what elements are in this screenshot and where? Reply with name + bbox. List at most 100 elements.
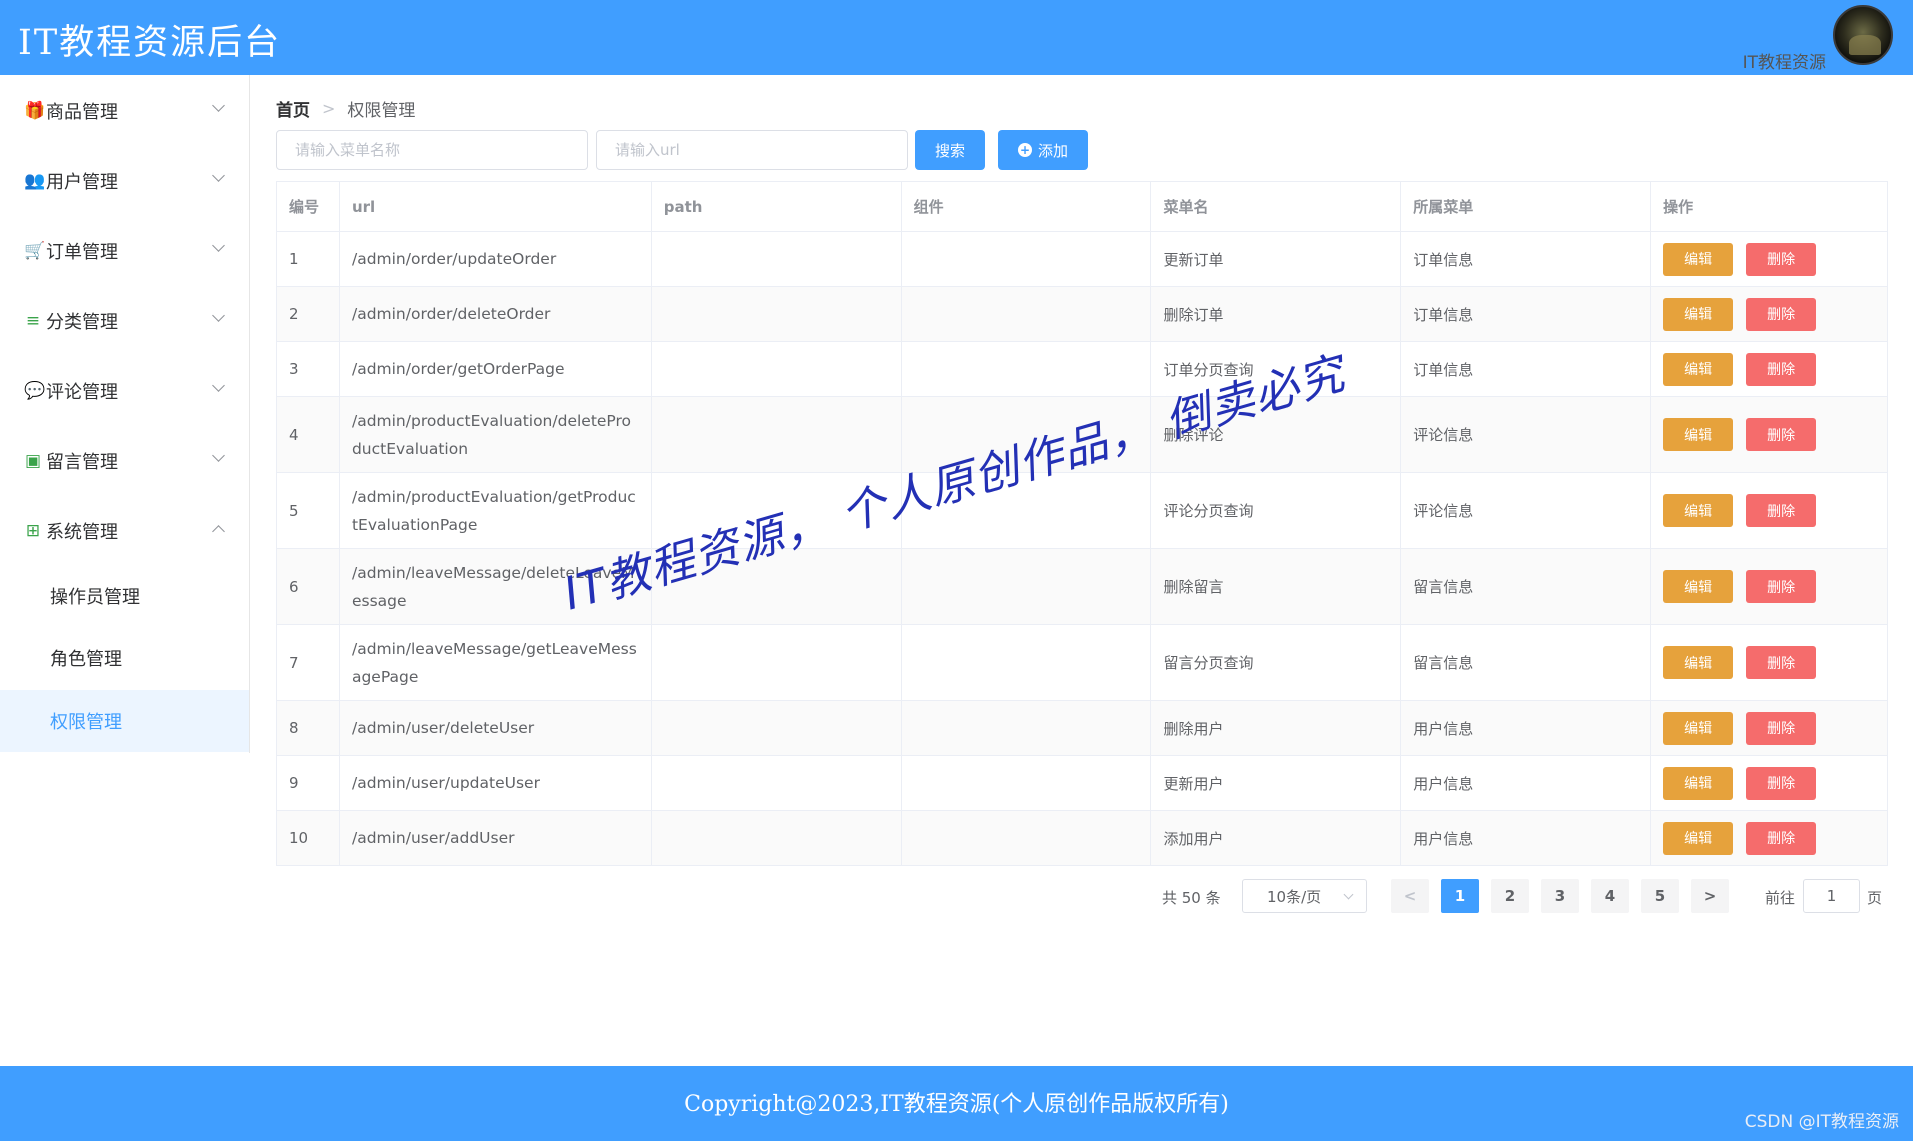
row-id-text: 9: [289, 774, 299, 792]
row-component: [902, 342, 1152, 396]
sidebar-subitem-operators[interactable]: 操作员管理: [0, 565, 249, 627]
row-parent-menu: 订单信息: [1401, 342, 1652, 396]
chevron-down-icon: [212, 99, 225, 112]
edit-button[interactable]: 编辑: [1663, 711, 1734, 745]
row-parent-menu-text: 用户信息: [1413, 774, 1474, 793]
delete-button[interactable]: 删除: [1746, 352, 1817, 386]
row-url: /admin/order/deleteOrder: [340, 287, 652, 341]
delete-button[interactable]: 删除: [1746, 242, 1817, 276]
sidebar-item-orders[interactable]: 🛒 订单管理: [0, 223, 249, 279]
row-menu-name-text: 留言分页查询: [1163, 654, 1254, 672]
page-button-5[interactable]: 5: [1641, 879, 1679, 913]
row-id-text: 7: [289, 653, 299, 672]
prev-page-button[interactable]: <: [1391, 879, 1429, 913]
delete-button[interactable]: 删除: [1746, 494, 1817, 527]
search-button[interactable]: 搜索: [915, 130, 985, 170]
users-icon: 👥: [24, 171, 46, 191]
row-parent-menu-text: 留言信息: [1413, 578, 1474, 596]
row-menu-name-text: 评论分页查询: [1163, 502, 1254, 520]
sidebar-item-messages[interactable]: ▣ 留言管理: [0, 433, 249, 489]
row-parent-menu: 评论信息: [1401, 473, 1652, 548]
row-url-text: /admin/user/addUser: [351, 829, 515, 847]
sidebar-subitem-roles[interactable]: 角色管理: [0, 627, 249, 689]
row-url: /admin/leaveMessage/getLeaveMessagePage: [340, 625, 652, 700]
row-url-text: /admin/order/deleteOrder: [351, 305, 551, 323]
page-button-2[interactable]: 2: [1491, 879, 1529, 913]
row-component: [902, 625, 1152, 700]
chevron-down-icon: [212, 169, 225, 182]
row-menu-name-text: 更新订单: [1163, 250, 1224, 269]
edit-button[interactable]: 编辑: [1663, 646, 1734, 679]
edit-button[interactable]: 编辑: [1663, 352, 1734, 386]
row-menu-name-text: 删除用户: [1163, 719, 1224, 738]
delete-button[interactable]: 删除: [1746, 646, 1817, 679]
row-parent-menu: 订单信息: [1401, 232, 1652, 286]
delete-button[interactable]: 删除: [1746, 711, 1817, 745]
row-parent-menu: 用户信息: [1401, 701, 1652, 755]
row-id-text: 1: [289, 250, 299, 268]
sidebar-item-comments[interactable]: 💬 评论管理: [0, 363, 249, 419]
delete-button[interactable]: 删除: [1746, 570, 1817, 603]
url-search-input[interactable]: [596, 130, 908, 170]
row-parent-menu-text: 评论信息: [1413, 502, 1474, 520]
breadcrumb-home[interactable]: 首页: [276, 96, 310, 121]
sidebar-item-system[interactable]: ⊞ 系统管理: [0, 503, 249, 559]
delete-button[interactable]: 删除: [1746, 821, 1817, 855]
delete-button[interactable]: 删除: [1746, 297, 1817, 331]
table-row: 3/admin/order/getOrderPage 订单分页查询 订单信息 编辑 删除: [277, 342, 1888, 397]
row-url-text: /admin/productEvaluation/getProductEvalu…: [351, 487, 636, 534]
row-id: 3: [277, 342, 340, 396]
edit-button[interactable]: 编辑: [1663, 766, 1734, 800]
edit-button[interactable]: 编辑: [1663, 418, 1734, 451]
row-actions: 编辑 删除: [1651, 397, 1888, 472]
column-header-actions: 操作: [1651, 182, 1888, 231]
page-size-value: 10条/页: [1267, 887, 1322, 906]
table-row: 10/admin/user/addUser 添加用户 用户信息 编辑 删除: [277, 811, 1888, 866]
sidebar: 🎁 商品管理 👥 用户管理 🛒 订单管理 ≡ 分类管理 💬 评论管理 ▣ 留言管…: [0, 75, 250, 753]
row-path: [652, 756, 902, 810]
row-id-text: 8: [289, 719, 299, 737]
page-button-3[interactable]: 3: [1541, 879, 1579, 913]
avatar[interactable]: [1833, 5, 1893, 65]
sidebar-item-users[interactable]: 👥 用户管理: [0, 153, 249, 209]
edit-button[interactable]: 编辑: [1663, 494, 1734, 527]
page-size-select[interactable]: 10条/页: [1242, 879, 1367, 913]
row-id-text: 3: [289, 360, 299, 378]
row-url: /admin/productEvaluation/getProductEvalu…: [340, 473, 652, 548]
page-button-1[interactable]: 1: [1441, 879, 1479, 913]
row-parent-menu-text: 用户信息: [1413, 829, 1474, 848]
edit-button[interactable]: 编辑: [1663, 821, 1734, 855]
row-parent-menu: 用户信息: [1401, 811, 1652, 865]
next-page-button[interactable]: >: [1691, 879, 1729, 913]
sidebar-item-products[interactable]: 🎁 商品管理: [0, 83, 249, 139]
delete-button[interactable]: 删除: [1746, 766, 1817, 800]
edit-button[interactable]: 编辑: [1663, 242, 1734, 276]
footer-copyright: Copyright@2023,IT教程资源(个人原创作品版权所有): [684, 1092, 1229, 1117]
edit-button[interactable]: 编辑: [1663, 570, 1734, 603]
row-id-text: 10: [289, 829, 309, 847]
page-button-4[interactable]: 4: [1591, 879, 1629, 913]
table-row: 6/admin/leaveMessage/deleteLeaveMessage 删…: [277, 549, 1888, 625]
user-name[interactable]: IT教程资源: [1743, 48, 1826, 73]
goto-page-input[interactable]: [1803, 879, 1860, 913]
sidebar-item-label: 评论管理: [46, 382, 118, 403]
row-url-text: /admin/productEvaluation/deleteProductEv…: [351, 411, 632, 458]
table-row: 9/admin/user/updateUser 更新用户 用户信息 编辑 删除: [277, 756, 1888, 811]
row-parent-menu: 留言信息: [1401, 625, 1652, 700]
column-header-url: url: [340, 182, 652, 231]
add-button[interactable]: + 添加: [998, 130, 1088, 170]
sidebar-item-label: 系统管理: [46, 522, 118, 543]
row-url-text: /admin/user/updateUser: [351, 774, 540, 792]
menu-name-search-input[interactable]: [276, 130, 588, 170]
message-icon: ▣: [24, 451, 42, 471]
delete-button[interactable]: 删除: [1746, 418, 1817, 451]
row-url: /admin/user/updateUser: [340, 756, 652, 810]
row-component: [902, 549, 1152, 624]
comment-icon: 💬: [24, 381, 46, 401]
edit-button[interactable]: 编辑: [1663, 297, 1734, 331]
sidebar-item-categories[interactable]: ≡ 分类管理: [0, 293, 249, 349]
table-row: 8/admin/user/deleteUser 删除用户 用户信息 编辑 删除: [277, 701, 1888, 756]
row-menu-name: 留言分页查询: [1151, 625, 1402, 700]
sidebar-subitem-permissions[interactable]: 权限管理: [0, 690, 249, 752]
row-id: 4: [277, 397, 340, 472]
